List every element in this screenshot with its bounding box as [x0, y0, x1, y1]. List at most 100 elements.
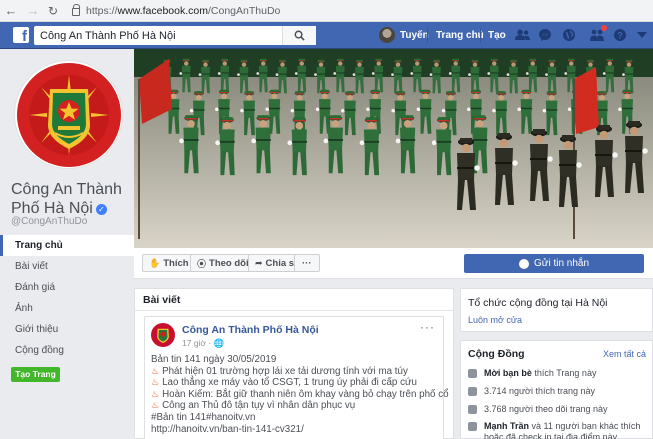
followers-row: 3.768 người theo dõi trang này	[468, 404, 608, 414]
avatar	[379, 27, 395, 43]
post-line: ♨ Lao thẳng xe máy vào tổ CSGT, 1 trung ú…	[151, 377, 441, 389]
page-handle[interactable]: @CongAnThuDo	[11, 216, 87, 227]
home-link[interactable]: Trang chủ	[436, 30, 484, 41]
nav-item-home[interactable]: Trang chủ	[0, 235, 134, 256]
follow-button[interactable]: ⦿ Theo dõi	[190, 254, 256, 272]
post-card: Công An Thành Phố Hà Nội 17 giờ · 🌐 ··· …	[144, 316, 449, 439]
thumbs-up-icon: ✋	[149, 257, 161, 268]
invite-rest: thích Trang này	[531, 368, 597, 378]
post-title: Bản tin 141 ngày 30/05/2019	[151, 354, 277, 365]
left-sidebar: Công An Thành Phố Hà Nội ✓ @CongAnThuDo T…	[0, 49, 134, 439]
opening-status: Luôn mở cửa	[468, 315, 522, 325]
globe-icon: 🌐	[213, 338, 225, 348]
page-title: Công An Thành Phố Hà Nội ✓	[11, 180, 131, 218]
invite-icon	[468, 369, 477, 378]
page-nav: Trang chủ Bài viết Đánh giá Ảnh Giới thi…	[0, 235, 134, 361]
search-box	[34, 26, 316, 45]
verified-badge-icon: ✓	[95, 204, 107, 215]
thumbs-up-icon	[468, 387, 477, 396]
send-message-button[interactable]: Gửi tin nhắn	[464, 254, 644, 273]
nav-item-community[interactable]: Cộng đồng	[0, 340, 134, 361]
page-info-box: Tổ chức cộng đồng tại Hà Nội Luôn mở cửa	[460, 288, 653, 332]
divider	[480, 28, 481, 43]
friend-requests-icon[interactable]	[514, 27, 530, 43]
police-emblem-icon	[157, 328, 169, 344]
post-line: ♨ Hoàn Kiếm: Bắt giữ thanh niên ôm khay v…	[151, 388, 449, 401]
invite-friends-row[interactable]: Mời bạn bè thích Trang này	[468, 368, 596, 378]
friends-row: Mạnh Trần và 11 người bạn khác thích hoặ…	[468, 421, 649, 439]
page-action-bar: ✋ Thích ⦿ Theo dõi ➦ Chia sẻ ··· Gửi tin…	[134, 248, 653, 279]
post-timestamp[interactable]: 17 giờ · 🌐	[182, 338, 224, 349]
like-button[interactable]: ✋ Thích	[142, 254, 196, 272]
post-line-text: Hoàn Kiếm: Bắt giữ thanh niên ôm khay và…	[162, 388, 449, 400]
notifications-globe-icon[interactable]	[561, 27, 577, 43]
likes-row: 3.714 người thích trang này	[468, 386, 595, 396]
likes-count: 3.714 người thích trang này	[484, 386, 595, 396]
fire-icon: ♨	[151, 377, 160, 388]
post-hashtags[interactable]: #Bản tin 141#hanoitv.vn	[151, 412, 441, 424]
page-profile-picture[interactable]	[14, 60, 123, 169]
page-category[interactable]: Tổ chức cộng đồng tại Hà Nội	[468, 297, 608, 309]
account-menu-caret-icon[interactable]	[634, 27, 650, 43]
friend-name-link[interactable]: Mạnh Trần	[484, 421, 529, 431]
search-icon	[294, 30, 305, 41]
post-line-text: Lao thẳng xe máy vào tổ CSGT, 1 trung úy…	[162, 377, 417, 389]
facebook-logo-icon[interactable]: f	[13, 27, 29, 43]
help-icon[interactable]: ?	[612, 27, 628, 43]
posts-section: Bài viết Công An Thành Phố Hà Nội 17 giờ…	[134, 288, 454, 439]
cover-photo[interactable]	[134, 49, 653, 248]
like-label: Thích	[163, 257, 189, 269]
post-line: ♨ Công an Thủ đô tận tụy vì nhân dân phục…	[151, 400, 441, 412]
messenger-icon	[518, 258, 529, 269]
nav-item-reviews[interactable]: Đánh giá	[0, 277, 134, 298]
create-page-button[interactable]: Tạo Trang	[11, 367, 60, 382]
post-link[interactable]: http://hanoitv.vn/ban-tin-141-cv321/	[151, 424, 441, 436]
friends-icon	[468, 422, 477, 431]
divider	[427, 28, 428, 43]
community-title: Cộng Đồng	[468, 348, 525, 360]
nav-item-posts[interactable]: Bài viết	[0, 256, 134, 277]
browser-address-bar: ← → ↻ https://www.facebook.com/CongAnThu…	[0, 0, 653, 22]
svg-text:?: ?	[617, 31, 623, 41]
fire-icon: ♨	[151, 400, 160, 411]
community-box: Cộng Đồng Xem tất cả Mời bạn bè thích Tr…	[460, 340, 653, 439]
post-date: 17 giờ ·	[182, 338, 212, 348]
post-author-avatar[interactable]	[151, 323, 175, 347]
message-label: Gửi tin nhắn	[533, 258, 590, 269]
facebook-top-bar: f Tuyến Trang chủ Tạo ?	[0, 22, 653, 49]
post-options-icon[interactable]: ···	[420, 320, 435, 334]
fire-icon: ♨	[151, 388, 160, 399]
followers-count: 3.768 người theo dõi trang này	[484, 404, 608, 414]
post-line-text: Phát hiện 01 trường hợp lái xe tải dương…	[162, 365, 408, 377]
see-all-link[interactable]: Xem tất cả	[603, 349, 646, 359]
reload-icon[interactable]: ↻	[44, 4, 62, 18]
police-emblem-icon	[16, 62, 121, 167]
more-options-button[interactable]: ···	[294, 254, 320, 272]
messenger-icon[interactable]	[537, 27, 553, 43]
url-field[interactable]: https://www.facebook.com/CongAnThuDo	[72, 3, 281, 17]
url-scheme: https://	[86, 4, 118, 17]
lock-icon	[72, 3, 80, 16]
followers-icon	[468, 405, 477, 414]
search-input[interactable]	[34, 27, 274, 44]
nav-item-about[interactable]: Giới thiệu	[0, 319, 134, 340]
invite-friends-link[interactable]: Mời bạn bè	[484, 368, 532, 378]
posts-header: Bài viết	[135, 289, 453, 311]
create-link[interactable]: Tạo	[488, 30, 506, 41]
post-author[interactable]: Công An Thành Phố Hà Nội	[182, 324, 319, 336]
forward-arrow-icon[interactable]: →	[22, 3, 44, 18]
post-line-text: Công an Thủ đô tận tụy vì nhân dân phục …	[162, 400, 356, 412]
cover-image	[134, 49, 653, 248]
url-path: /CongAnThuDo	[207, 4, 281, 17]
nav-item-photos[interactable]: Ảnh	[0, 298, 134, 319]
notification-badge	[601, 25, 607, 31]
url-domain: www.facebook.com	[117, 4, 208, 17]
user-name: Tuyến	[400, 29, 429, 41]
search-button[interactable]	[282, 26, 316, 45]
back-arrow-icon[interactable]: ←	[0, 3, 22, 18]
rss-icon: ⦿	[197, 258, 207, 269]
share-arrow-icon: ➦	[255, 257, 263, 268]
fire-icon: ♨	[151, 365, 160, 376]
profile-link[interactable]: Tuyến	[379, 27, 429, 43]
post-line: ♨ Phát hiện 01 trường hợp lái xe tải dươn…	[151, 366, 441, 378]
